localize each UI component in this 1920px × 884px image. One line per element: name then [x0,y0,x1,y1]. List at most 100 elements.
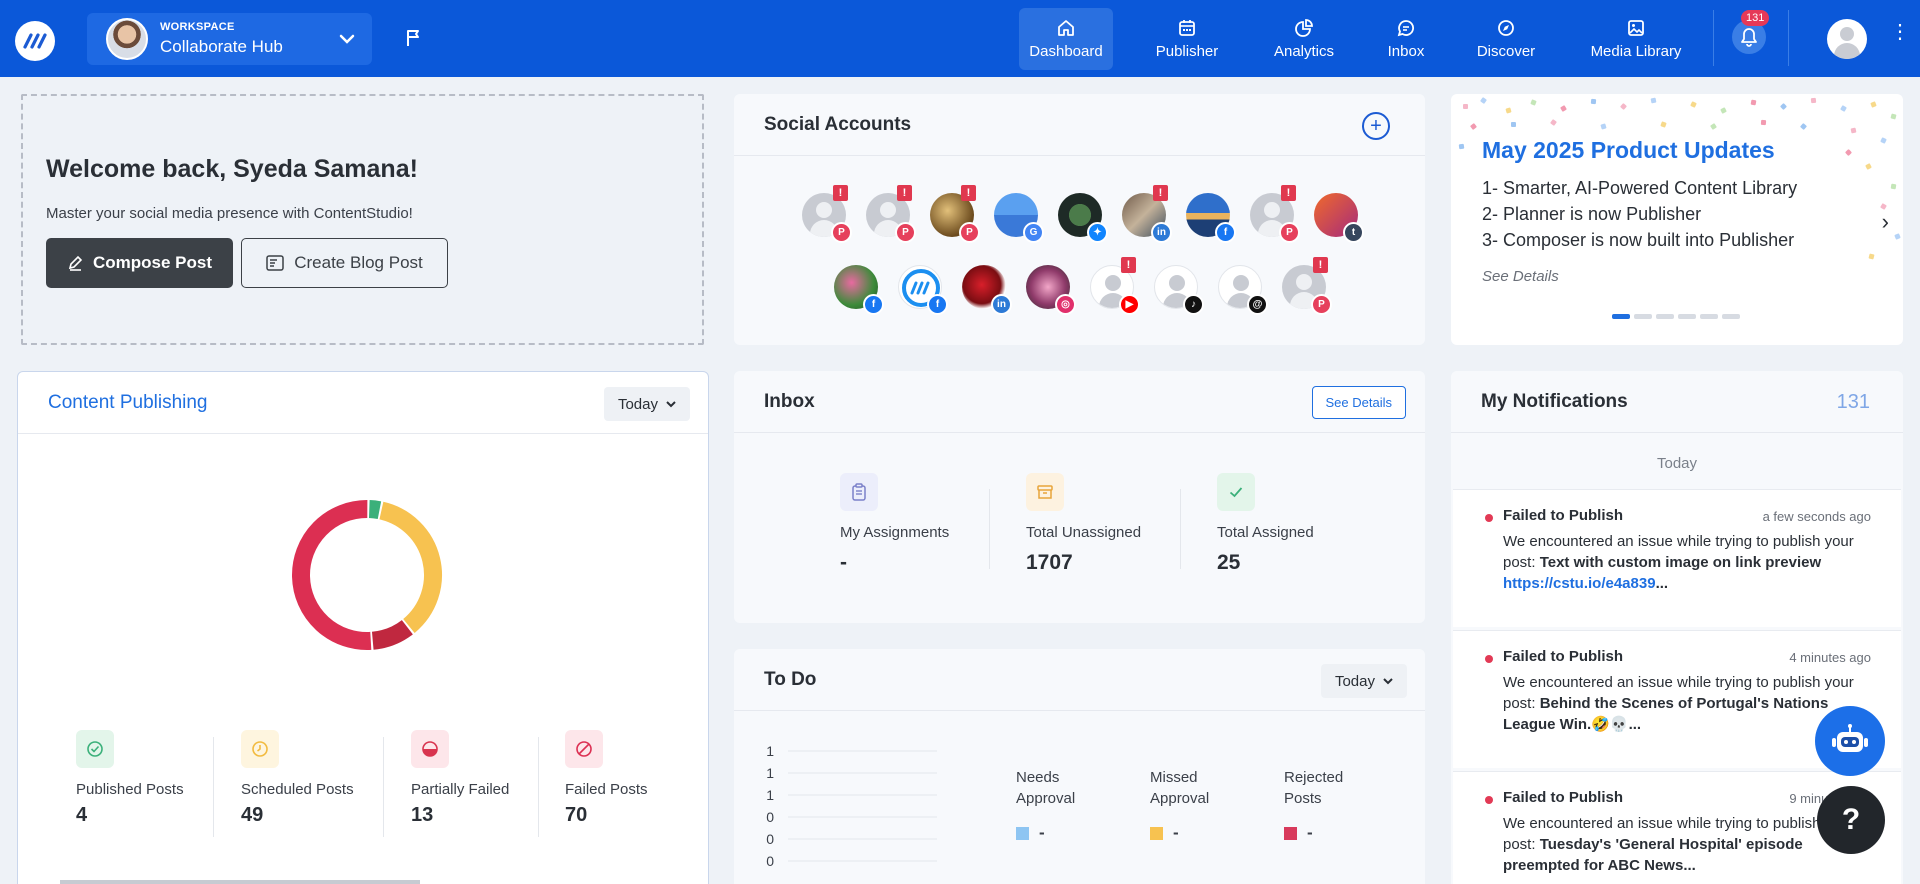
todo-card: To Do Today 1 1 1 0 0 0 Needs Approval - Miss… [734,649,1425,884]
pinterest-icon: P [1311,294,1332,315]
inbox-card: Inbox See Details My Assignments - Total… [734,371,1425,623]
carousel-dot[interactable] [1634,314,1652,319]
workspace-kicker: WORKSPACE [160,21,235,33]
confetti-piece [1865,163,1872,170]
chatbot-button[interactable] [1815,706,1885,776]
social-account-avatar[interactable]: f [898,265,948,315]
stat-value: 4 [76,804,88,826]
social-account-avatar[interactable]: G [994,193,1044,243]
stat-label: Published Posts [76,781,184,798]
workspace-switcher[interactable]: WORKSPACE Collaborate Hub [87,13,372,65]
period-dropdown[interactable]: Today [1320,664,1407,698]
clipboard-icon [840,473,878,511]
workspace-avatar [106,18,148,60]
social-account-avatar[interactable]: in [962,265,1012,315]
contentstudio-logo-icon[interactable] [15,21,55,61]
pencil-icon [68,255,83,271]
nav-discover[interactable]: Discover [1468,8,1544,70]
carousel-dot[interactable] [1722,314,1740,319]
nav-label: Dashboard [1029,42,1103,60]
pinterest-icon: P [895,222,916,243]
see-details-button[interactable]: See Details [1311,386,1406,419]
donut-segment[interactable] [371,619,413,650]
see-details-link[interactable]: See Details [1482,268,1559,285]
confetti-piece [1799,122,1808,131]
carousel-dot[interactable] [1700,314,1718,319]
notification-badge: 131 [1741,10,1770,26]
notification-link[interactable]: https://cstu.io/e4a839 [1503,575,1656,592]
social-account-avatar[interactable]: P! [802,185,852,243]
nav-dashboard[interactable]: Dashboard [1019,8,1113,70]
tumblr-icon: t [1343,222,1364,243]
social-account-avatar[interactable]: P! [1250,185,1300,243]
legend-label: Rejected [1284,769,1344,786]
inbox-stat-label: Total Assigned [1217,524,1314,541]
compass-icon [1498,19,1514,36]
confetti-piece [1560,105,1567,112]
inbox-stat-value: 1707 [1026,551,1073,574]
social-account-avatar[interactable]: @ [1218,265,1268,315]
nav-label: Analytics [1273,42,1335,60]
horizontal-scrollbar[interactable] [60,880,420,884]
inbox-total-assigned: Total Assigned 25 [1217,473,1314,575]
period-dropdown[interactable]: Today [603,387,690,421]
social-account-avatar[interactable]: f [1186,193,1236,243]
divider [1713,10,1714,66]
chevron-down-icon [666,401,676,408]
tiktok-icon: ♪ [1183,294,1204,315]
legend-label: Missed [1150,769,1198,786]
confetti-piece [1690,101,1697,108]
social-account-avatar[interactable]: P! [930,185,980,243]
help-button[interactable]: ? [1817,786,1885,854]
confetti-piece [1510,121,1517,128]
stat-label: Partially Failed [411,781,510,798]
social-account-avatar[interactable]: f [834,265,884,315]
stat-value: 49 [241,804,264,826]
confetti-piece [1479,96,1488,105]
facebook-icon: f [863,294,884,315]
divider [213,737,214,837]
carousel-dot[interactable] [1678,314,1696,319]
social-account-avatar[interactable]: ♪ [1154,265,1204,315]
user-avatar[interactable] [1827,19,1867,59]
social-account-avatar[interactable]: ✦ [1058,193,1108,243]
compose-post-button[interactable]: Compose Post [46,238,233,288]
nav-inbox[interactable]: Inbox [1378,8,1434,70]
nav-publisher[interactable]: Publisher [1147,8,1227,70]
stat-label: Failed Posts [565,781,648,798]
confetti-piece [1779,102,1788,111]
nav-media-library[interactable]: Media Library [1583,8,1689,70]
stat-partially-failed: Partially Failed 13 [411,730,509,827]
warning-icon: ! [1281,185,1296,201]
period-value: Today [617,395,658,413]
confetti-piece [1890,183,1897,190]
social-account-avatar[interactable]: P! [1282,257,1332,315]
plus-circle-icon[interactable]: + [1362,112,1390,140]
top-navigation-bar: WORKSPACE Collaborate Hub Dashboard Publ… [0,0,1920,77]
social-account-avatar[interactable]: in! [1122,185,1172,243]
carousel-dot[interactable] [1656,314,1674,319]
legend-swatch [1016,827,1029,841]
chevron-right-icon[interactable]: › [1882,209,1889,235]
divider [1788,10,1789,66]
social-account-avatar[interactable]: P! [866,185,916,243]
confetti-piece [1505,107,1512,114]
confetti-piece [1650,97,1657,104]
donut-segment[interactable] [379,501,442,633]
donut-segment[interactable] [292,500,372,650]
social-account-avatar[interactable]: ◎ [1026,265,1076,315]
social-account-avatar[interactable]: t [1314,193,1364,243]
confetti-piece [1760,119,1767,126]
warning-icon: ! [1313,257,1328,273]
carousel-dot[interactable] [1612,314,1630,319]
create-blog-post-button[interactable]: Create Blog Post [241,238,448,288]
warning-icon: ! [897,185,912,201]
social-account-avatar[interactable]: ▶! [1090,257,1140,315]
divider [383,737,384,837]
donut-segment[interactable] [368,500,382,520]
nav-analytics[interactable]: Analytics [1264,8,1344,70]
legend-label: Posts [1284,790,1322,807]
more-options-icon[interactable]: ⋮ [1890,22,1910,42]
flag-icon[interactable] [405,28,423,48]
notification-item[interactable]: Failed to Publish a few seconds ago We e… [1453,489,1901,627]
